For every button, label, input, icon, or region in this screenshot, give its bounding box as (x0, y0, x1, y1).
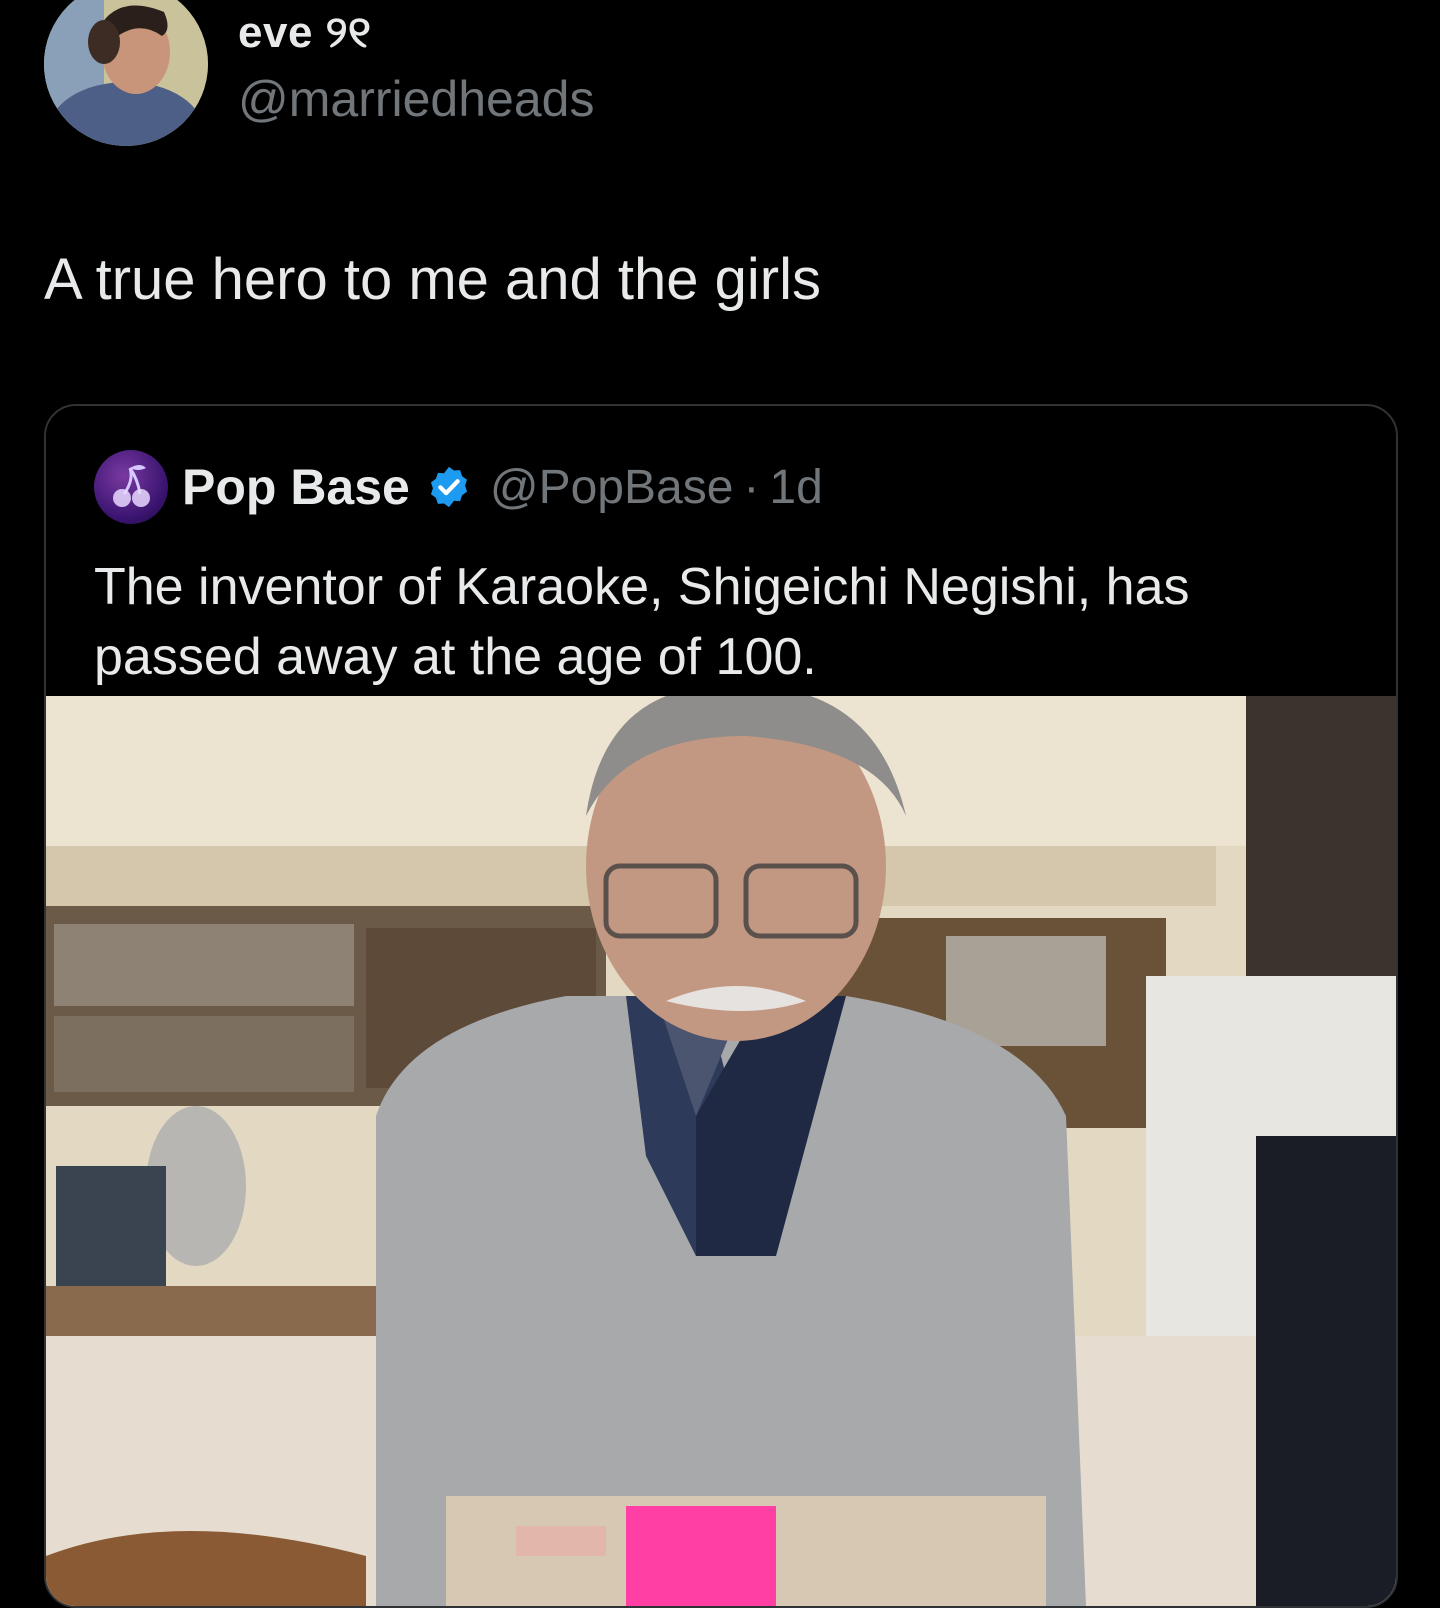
photo-elderly-man-with-karaoke-machine (46, 696, 1396, 1606)
user-avatar-photo (44, 0, 208, 146)
quoted-post-timestamp[interactable]: 1d (769, 460, 822, 515)
post-text: A true hero to me and the girls (44, 247, 821, 312)
author-avatar[interactable] (44, 0, 208, 146)
header-separator: · (743, 460, 760, 514)
quoted-post-text: The inventor of Karaoke, Shigeichi Negis… (94, 558, 1190, 686)
author-display-name[interactable]: eve ୨୧ (238, 8, 371, 58)
verified-badge-icon (426, 464, 472, 510)
quoted-author-avatar[interactable] (94, 450, 168, 524)
quoted-author-name[interactable]: Pop Base (182, 458, 410, 516)
quoted-post-card[interactable]: Pop Base @PopBase · 1d The inventor of K… (44, 404, 1398, 1608)
quoted-post-header: Pop Base @PopBase · 1d (182, 458, 823, 516)
author-handle[interactable]: @marriedheads (238, 70, 594, 128)
quoted-post-photo[interactable] (46, 696, 1396, 1606)
quoted-author-handle[interactable]: @PopBase (490, 460, 734, 515)
cherry-logo-avatar (113, 465, 150, 507)
